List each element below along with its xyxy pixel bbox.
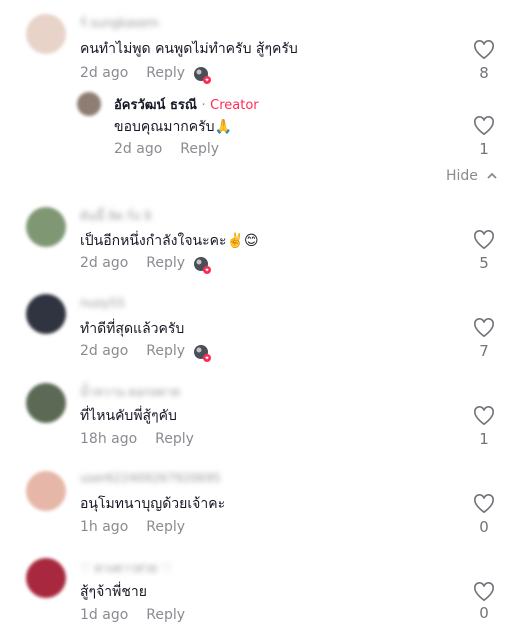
like-count: 7 <box>479 342 489 360</box>
avatar[interactable] <box>26 207 66 247</box>
creator-avatar[interactable] <box>77 92 101 116</box>
avatar[interactable] <box>26 471 66 511</box>
reply-button[interactable]: Reply <box>146 255 185 271</box>
comment-meta: 2d ago Reply <box>80 255 185 271</box>
avatar[interactable] <box>26 294 66 334</box>
comment-meta: 1h ago Reply <box>80 519 185 535</box>
reply-button[interactable]: Reply <box>155 431 194 447</box>
comment-meta: 18h ago Reply <box>80 431 194 447</box>
comment-time: 18h ago <box>80 431 138 447</box>
reply-button[interactable]: Reply <box>146 519 185 535</box>
like-count: 5 <box>479 254 489 272</box>
like-count: 1 <box>479 430 489 448</box>
reply-text: ขอบคุณมากครับ🙏 <box>114 119 232 135</box>
comment-text: เป็นอีกหนึ่งกำลังใจนะคะ✌️😊 <box>80 233 259 249</box>
comment-time: 2d ago <box>80 65 129 81</box>
reply-button[interactable]: Reply <box>146 343 185 359</box>
creator-liked-icon <box>194 257 211 274</box>
comment-time: 1d ago <box>80 607 129 623</box>
like-heart-icon[interactable] <box>473 40 495 60</box>
reply-header: อัครวัฒน์ ธรณี · Creator <box>114 94 259 115</box>
reply-meta: 2d ago Reply <box>114 141 219 157</box>
comment-time: 2d ago <box>80 343 129 359</box>
like-heart-icon[interactable] <box>473 230 495 250</box>
reply-button[interactable]: Reply <box>180 141 219 157</box>
reply-button[interactable]: Reply <box>146 607 185 623</box>
comment-username[interactable]: user622409267920695 <box>80 471 221 485</box>
reply-button[interactable]: Reply <box>146 65 185 81</box>
comment-text: อนุโมทนาบุญด้วยเจ้าคะ <box>80 496 226 512</box>
like-count: 8 <box>479 64 489 82</box>
reply-username[interactable]: อัครวัฒน์ ธรณี <box>114 98 197 113</box>
comment-text: ที่ไหนคับพี่สู้ๆคับ <box>80 408 177 424</box>
comment-username[interactable]: nuoy55 <box>80 296 125 310</box>
hide-label: Hide <box>446 168 478 184</box>
comment-username[interactable]: ♡ ดวงดาวสวย ♡ <box>80 559 172 578</box>
comment-username[interactable]: ต้นนี้ ลิด กิ่ง ลิ <box>80 207 151 226</box>
creator-liked-icon <box>194 345 211 362</box>
hide-replies-button[interactable]: Hide <box>446 168 498 184</box>
comment-text: สู้ๆจ้าพี่ชาย <box>80 584 147 600</box>
like-count: 1 <box>479 140 489 158</box>
comment-text: ทำดีที่สุดแล้วครับ <box>80 321 185 337</box>
like-heart-icon[interactable] <box>473 318 495 338</box>
like-count: 0 <box>479 518 489 536</box>
creator-liked-icon <box>194 67 211 84</box>
avatar[interactable] <box>26 383 66 423</box>
comment-time: 1h ago <box>80 519 129 535</box>
avatar[interactable] <box>26 14 66 54</box>
comment-time: 2d ago <box>80 255 129 271</box>
comment-username[interactable]: ร้ sungkasem <box>80 14 159 33</box>
like-heart-icon[interactable] <box>473 116 495 136</box>
separator: · <box>201 98 206 113</box>
comment-text: คนทำไม่พูด คนพูดไม่ทำครับ สู้ๆครับ <box>80 41 298 57</box>
chevron-up-icon <box>487 172 498 179</box>
comment-meta: 2d ago Reply <box>80 65 185 81</box>
comment-meta: 1d ago Reply <box>80 607 185 623</box>
creator-badge: Creator <box>210 98 259 113</box>
avatar[interactable] <box>26 558 66 598</box>
like-count: 0 <box>479 604 489 622</box>
comment-meta: 2d ago Reply <box>80 343 185 359</box>
like-heart-icon[interactable] <box>473 582 495 602</box>
like-heart-icon[interactable] <box>473 406 495 426</box>
comment-username[interactable]: น้ำหวาน ดอกลดาด <box>80 383 180 402</box>
reply-time: 2d ago <box>114 141 163 157</box>
like-heart-icon[interactable] <box>473 494 495 514</box>
